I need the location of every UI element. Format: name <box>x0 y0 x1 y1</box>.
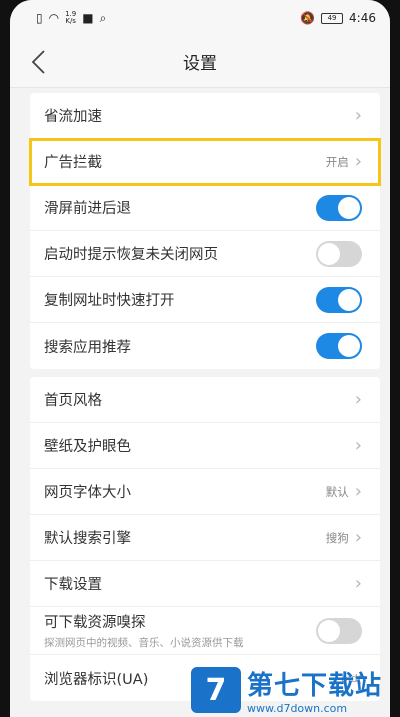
row-data-saver[interactable]: 省流加速 › <box>30 93 380 139</box>
battery-icon: 49 <box>321 12 344 24</box>
wifi-icon: ◠ <box>48 11 60 25</box>
phone-screen: ▯ ◠ 1.9 K/s ■ ⌕ 🔕 49 4:46 设置 省流加速 › 广告拦截… <box>10 0 390 717</box>
watermark-logo-icon: 7 <box>190 667 241 713</box>
row-label: 启动时提示恢复未关闭网页 <box>44 247 218 263</box>
status-bar: ▯ ◠ 1.9 K/s ■ ⌕ 🔕 49 4:46 <box>10 0 390 36</box>
swipe-navigation-toggle[interactable] <box>316 194 362 221</box>
row-search-engine[interactable]: 默认搜索引擎 搜狗 › <box>30 515 380 561</box>
row-label: 浏览器标识(UA) <box>44 671 149 688</box>
settings-group-2: 首页风格 › 壁纸及护眼色 › 网页字体大小 默认 › 默认搜索引擎 搜狗 › <box>30 377 380 701</box>
watermark-title: 第七下载站 <box>246 671 382 701</box>
search-icon: ⌕ <box>99 10 107 25</box>
row-label: 下载设置 <box>44 577 102 593</box>
chevron-right-icon: › <box>354 104 362 126</box>
row-quick-open-url: 复制网址时快速打开 <box>30 277 380 323</box>
restore-prompt-toggle[interactable] <box>316 240 362 267</box>
stop-icon: ■ <box>82 11 94 25</box>
row-value: 开启 <box>325 154 349 169</box>
mute-icon: 🔕 <box>300 11 316 25</box>
row-label: 复制网址时快速打开 <box>44 293 175 309</box>
status-time: 4:46 <box>349 11 376 25</box>
chevron-right-icon: › <box>354 434 362 456</box>
row-wallpaper[interactable]: 壁纸及护眼色 › <box>30 423 380 469</box>
back-arrow-icon[interactable] <box>28 48 52 76</box>
chevron-right-icon: › <box>354 388 362 410</box>
settings-group-1: 省流加速 › 广告拦截 开启 › 滑屏前进后退 启动时提示恢复未关闭网页 复制网… <box>29 93 381 369</box>
row-label: 默认搜索引擎 <box>44 531 131 547</box>
row-font-size[interactable]: 网页字体大小 默认 › <box>30 469 380 515</box>
chevron-right-icon: › <box>354 572 362 594</box>
row-label: 壁纸及护眼色 <box>44 439 131 455</box>
row-home-style[interactable]: 首页风格 › <box>30 377 380 423</box>
row-label: 搜索应用推荐 <box>44 339 131 356</box>
status-left: ▯ ◠ 1.9 K/s ■ ⌕ <box>36 11 106 26</box>
row-ad-block[interactable]: 广告拦截 开启 › <box>29 138 381 186</box>
search-app-recommend-toggle[interactable] <box>316 333 362 359</box>
sim-icon: ▯ <box>36 11 43 25</box>
resource-sniff-toggle[interactable] <box>316 617 362 644</box>
row-resource-sniff: 可下载资源嗅探 探测网页中的视频、音乐、小说资源供下载 <box>30 607 380 655</box>
row-label: 网页字体大小 <box>44 485 131 501</box>
row-label: 可下载资源嗅探 <box>44 615 146 631</box>
chevron-right-icon: › <box>354 526 362 548</box>
title-bar: 设置 <box>10 36 390 88</box>
chevron-right-icon: › <box>354 480 362 502</box>
network-speed: 1.9 K/s <box>65 11 76 25</box>
row-label: 滑屏前进后退 <box>44 201 131 217</box>
speed-unit: K/s <box>65 17 76 25</box>
row-restore-prompt: 启动时提示恢复未关闭网页 <box>30 231 380 277</box>
row-download-settings[interactable]: 下载设置 › <box>30 561 380 607</box>
page-title: 设置 <box>183 54 217 74</box>
row-subtitle: 探测网页中的视频、音乐、小说资源供下载 <box>44 637 244 649</box>
quick-open-url-toggle[interactable] <box>316 286 362 313</box>
row-label: 省流加速 <box>44 109 102 125</box>
row-search-app-recommend: 搜索应用推荐 <box>30 323 380 369</box>
settings-content: 省流加速 › 广告拦截 开启 › 滑屏前进后退 启动时提示恢复未关闭网页 复制网… <box>10 89 390 717</box>
row-swipe-navigation: 滑屏前进后退 <box>30 185 380 231</box>
row-label: 首页风格 <box>44 393 102 409</box>
status-right: 🔕 49 4:46 <box>300 11 376 25</box>
watermark: 7 第七下载站 www.d7down.com <box>190 665 382 715</box>
row-label: 广告拦截 <box>44 155 102 171</box>
row-value: 默认 <box>325 484 349 499</box>
row-value: 搜狗 <box>325 530 349 545</box>
watermark-url: www.d7down.com <box>246 702 348 715</box>
chevron-right-icon: › <box>354 150 362 172</box>
